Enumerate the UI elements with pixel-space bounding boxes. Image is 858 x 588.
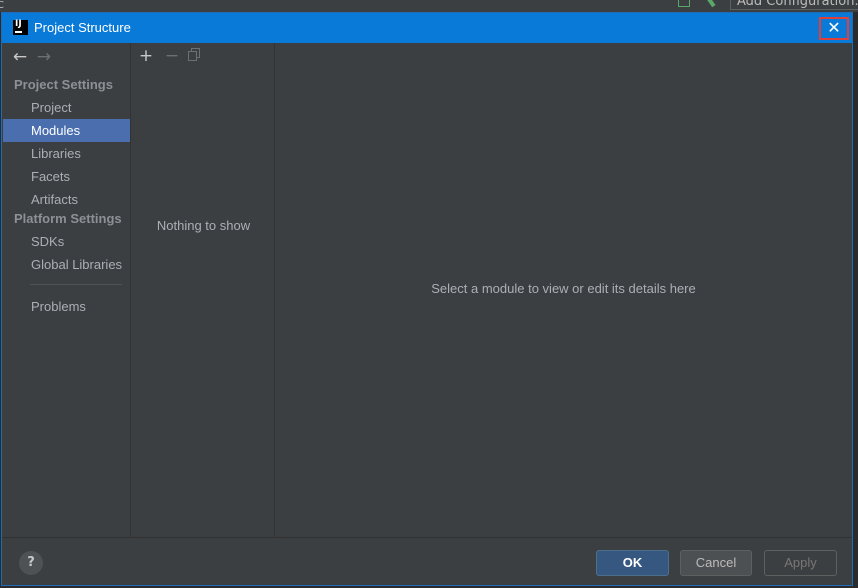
close-button[interactable]: ✕ (819, 17, 849, 40)
add-configuration-button[interactable]: Add Configuration... (730, 0, 858, 10)
empty-list-text: Nothing to show (156, 218, 251, 233)
sidebar-item-project[interactable]: Project (3, 96, 130, 119)
apply-button[interactable]: Apply (764, 550, 837, 576)
remove-icon[interactable]: − (162, 46, 182, 66)
settings-sidebar: ← → Project Settings Project Modules Lib… (2, 43, 130, 537)
detail-hint-text: Select a module to view or edit its deta… (431, 281, 696, 296)
back-arrow-icon[interactable]: ← (10, 47, 30, 67)
sidebar-item-artifacts[interactable]: Artifacts (3, 188, 130, 211)
add-icon[interactable]: + (136, 46, 156, 66)
project-structure-dialog: IJ Project Structure ✕ ← → Project Setti… (1, 12, 853, 586)
sidebar-item-facets[interactable]: Facets (3, 165, 130, 188)
sidebar-item-sdks[interactable]: SDKs (3, 230, 130, 253)
dialog-title: Project Structure (34, 20, 131, 35)
sidebar-item-libraries[interactable]: Libraries (3, 142, 130, 165)
run-icon[interactable] (678, 0, 690, 7)
sidebar-item-global-libraries[interactable]: Global Libraries (3, 253, 130, 276)
copy-icon[interactable] (188, 48, 200, 62)
dialog-titlebar[interactable]: IJ Project Structure ✕ (2, 13, 852, 43)
build-icon[interactable] (706, 0, 716, 8)
platform-settings-heading: Platform Settings (14, 211, 122, 226)
cancel-button[interactable]: Cancel (680, 550, 752, 576)
ide-toolbar-strip: C Add Configuration... (0, 0, 858, 12)
ide-left-glyph: C (0, 0, 4, 11)
help-icon[interactable]: ? (19, 551, 43, 575)
project-settings-heading: Project Settings (14, 77, 113, 92)
sidebar-item-problems[interactable]: Problems (3, 295, 130, 318)
module-detail-panel: Select a module to view or edit its deta… (275, 43, 852, 537)
intellij-app-icon: IJ (13, 20, 28, 35)
dialog-footer: ? OK Cancel Apply (2, 537, 852, 585)
sidebar-item-modules[interactable]: Modules (3, 119, 130, 142)
forward-arrow-icon[interactable]: → (34, 47, 54, 67)
module-list-panel: + − Nothing to show (130, 43, 275, 537)
ok-button[interactable]: OK (596, 550, 669, 576)
sidebar-divider (30, 284, 122, 285)
